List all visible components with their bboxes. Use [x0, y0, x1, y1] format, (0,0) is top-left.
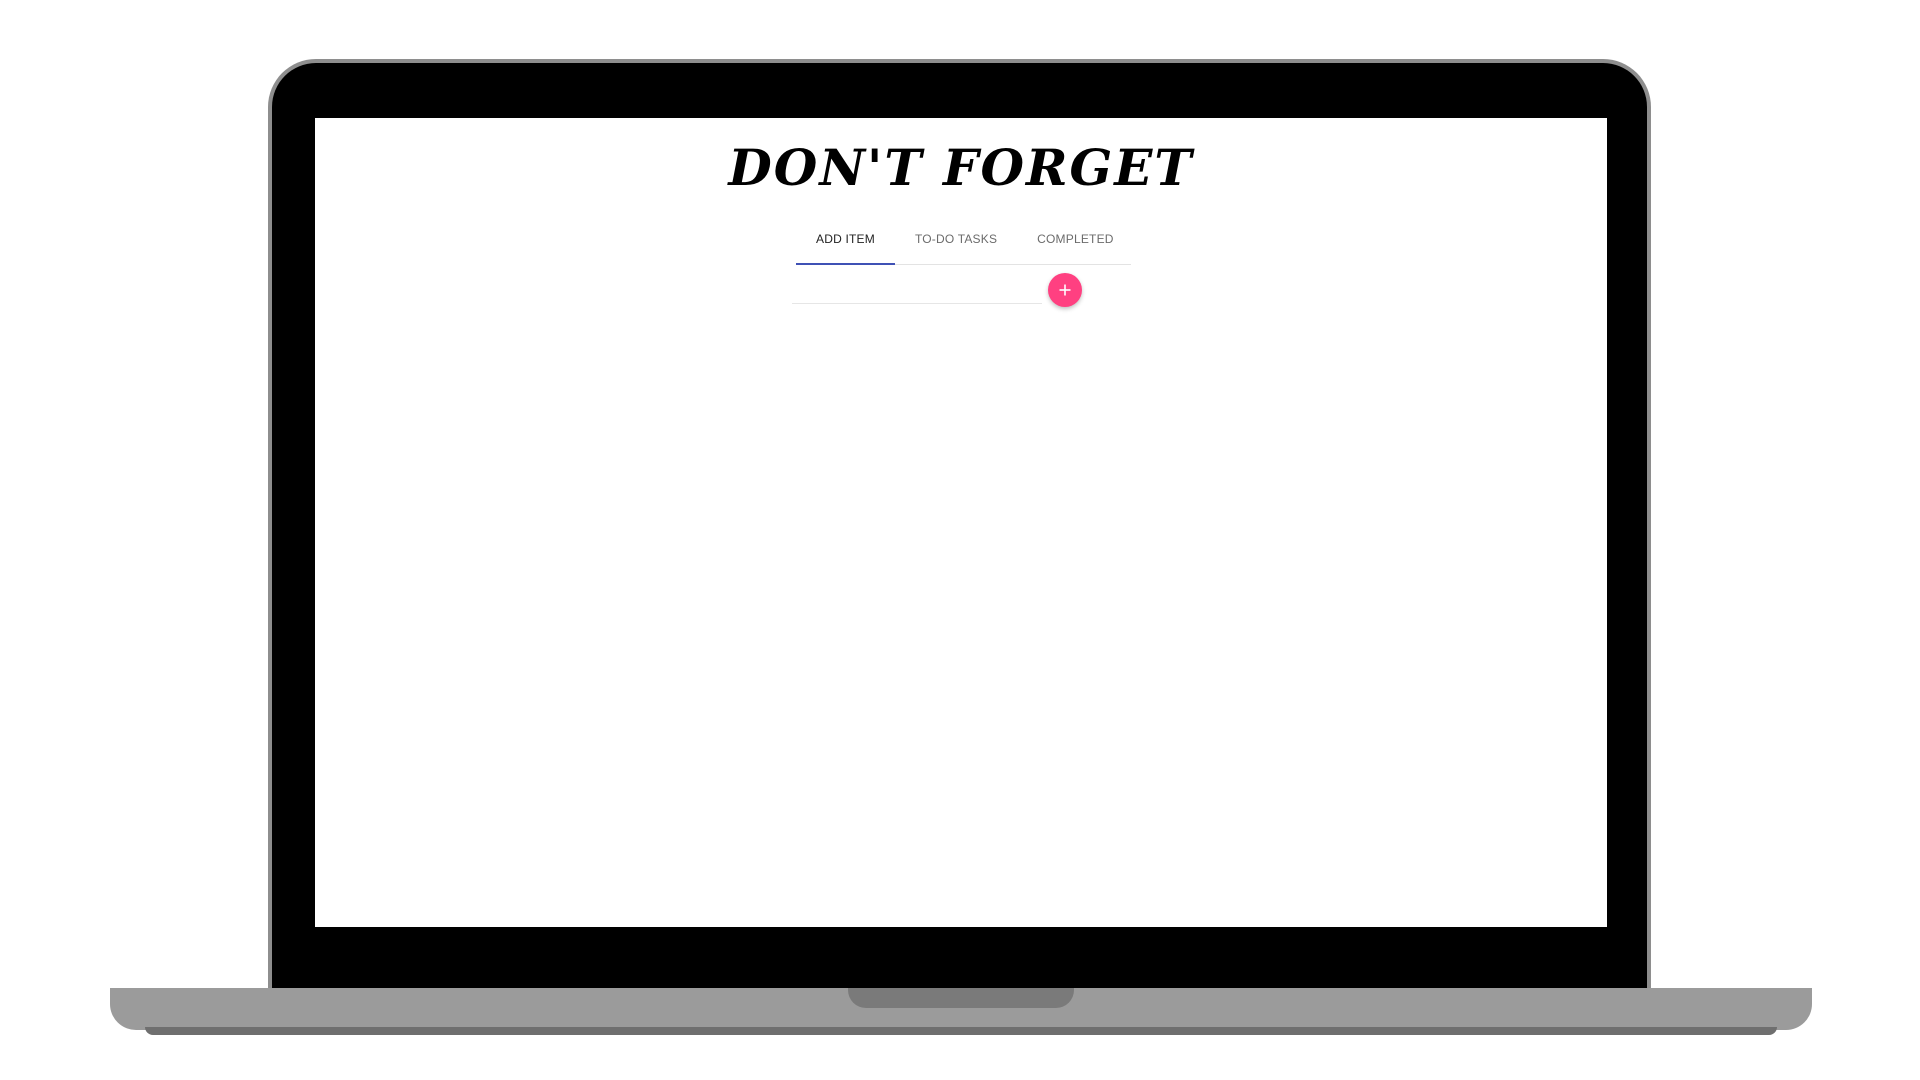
add-item-row: [792, 273, 1082, 313]
laptop-base-shadow: [145, 1027, 1777, 1035]
tab-add-item[interactable]: ADD ITEM: [796, 226, 895, 265]
todo-app: DON'T FORGET ADD ITEM TO-DO TASKS COMPLE…: [315, 118, 1607, 927]
laptop-notch: [848, 988, 1074, 1008]
new-item-input[interactable]: [792, 281, 1042, 304]
laptop-mockup: DON'T FORGET ADD ITEM TO-DO TASKS COMPLE…: [0, 0, 1920, 1080]
tab-completed[interactable]: COMPLETED: [1017, 226, 1133, 264]
tab-todo-tasks[interactable]: TO-DO TASKS: [895, 226, 1017, 264]
tab-bar: ADD ITEM TO-DO TASKS COMPLETED: [796, 226, 1131, 265]
add-item-button[interactable]: [1048, 273, 1082, 307]
plus-icon: [1059, 284, 1071, 296]
app-title: DON'T FORGET: [728, 138, 1194, 197]
laptop-screen: DON'T FORGET ADD ITEM TO-DO TASKS COMPLE…: [315, 118, 1607, 927]
